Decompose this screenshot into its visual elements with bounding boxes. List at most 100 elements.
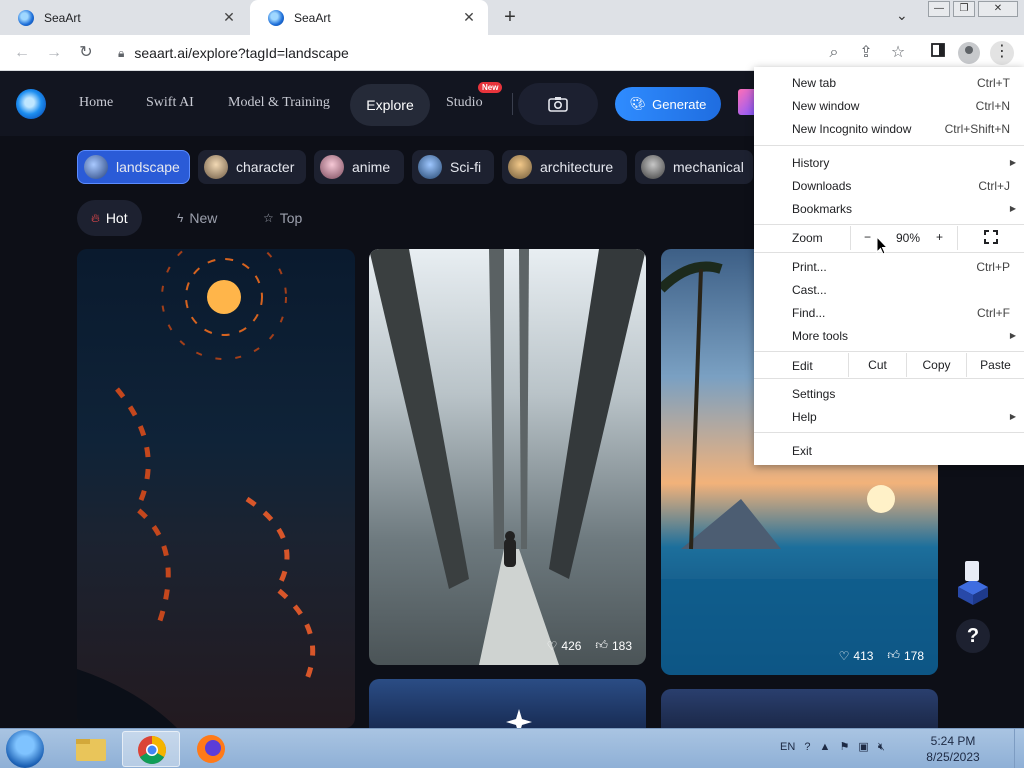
submenu-arrow-icon: ▶ [1009,331,1016,340]
tab-title: SeaArt [44,10,81,25]
menu-item-help[interactable]: Help ▶ [754,405,1024,428]
menu-item-new-tab[interactable]: New tab Ctrl+T [754,71,1024,94]
tab-search-chevron-icon[interactable]: ⌄ [896,7,908,24]
volume-muted-icon[interactable]: 🔇︎ [878,741,885,753]
thumbs-count[interactable]: 👍︎ 178 [887,648,924,663]
gallery-card[interactable]: ♡ 426 👍︎ 183 [369,249,646,665]
close-tab-icon[interactable]: ✕ [220,9,238,26]
menu-edit-row: Edit Cut Copy Paste [754,353,1024,377]
card-image-forest-path [369,249,646,665]
menu-item-history[interactable]: History ▶ [754,151,1024,174]
zoom-magnifier-icon[interactable]: ⌕ [822,41,846,65]
menu-item-cast[interactable]: Cast... [754,278,1024,301]
menu-item-bookmarks[interactable]: Bookmarks ▶ [754,197,1024,220]
nav-home[interactable]: Home [79,95,113,111]
seaart-logo-icon[interactable] [16,89,46,119]
copy-button[interactable]: Copy [906,353,966,377]
minimize-window-button[interactable]: — [928,1,950,17]
close-tab-icon[interactable]: ✕ [460,9,478,26]
file-explorer-taskbar-icon[interactable] [62,731,120,767]
anime-thumbnail [320,155,344,179]
sort-label: Hot [105,210,128,226]
menu-item-find[interactable]: Find... Ctrl+F [754,301,1024,324]
card-stats: ♡ 413 👍︎ 178 [839,648,924,663]
browser-tab-active[interactable]: SeaArt ✕ [250,0,488,35]
tag-label: anime [352,159,391,175]
sort-new[interactable]: ϟ New [177,200,217,236]
close-window-button[interactable]: ✕ [978,1,1018,17]
side-panel-icon[interactable] [926,41,950,65]
likes-count[interactable]: ♡ 413 [839,648,874,663]
forward-arrow-icon[interactable]: → [42,41,66,65]
landscape-thumbnail [84,155,108,179]
likes-count[interactable]: ♡ 426 [547,638,582,653]
new-tab-button[interactable]: + [498,4,522,30]
menu-item-print[interactable]: Print... Ctrl+P [754,255,1024,278]
camera-search-button[interactable] [518,83,598,125]
paste-button[interactable]: Paste [966,353,1024,377]
mouse-cursor-icon [876,236,888,255]
url-text[interactable]: seaart.ai/explore?tagId=landscape [134,45,348,61]
nav-model-training[interactable]: Model & Training [228,95,330,111]
show-hidden-icons-icon[interactable]: ▲ [820,741,831,753]
bolt-icon: ϟ [177,211,184,225]
help-question-icon[interactable]: ? [956,619,990,653]
sort-top[interactable]: ☆ Top [263,200,302,236]
menu-item-more-tools[interactable]: More tools ▶ [754,324,1024,347]
character-thumbnail [204,155,228,179]
submenu-arrow-icon: ▶ [1009,412,1016,421]
gift-icon[interactable] [738,89,754,115]
restore-window-button[interactable]: ❐ [953,1,975,17]
network-icon[interactable]: ▣ [858,741,868,753]
action-center-flag-icon[interactable]: ⚑ [839,741,849,753]
firefox-taskbar-icon[interactable] [182,731,240,767]
tag-landscape[interactable]: landscape [77,150,190,184]
card-image-starry-sky [506,709,532,728]
menu-item-exit[interactable]: Exit [754,439,1024,462]
share-icon[interactable]: ⇪ [854,41,878,65]
app-download-icon[interactable] [952,557,994,609]
tag-sci-fi[interactable]: Sci-fi [412,150,494,184]
zoom-in-button[interactable]: + [936,230,943,244]
generate-label: Generate [652,96,707,112]
thumbs-count[interactable]: 👍︎ 183 [595,638,632,653]
browser-tab[interactable]: SeaArt ✕ [0,0,248,35]
chrome-menu-kebab-icon[interactable]: ⋮ [990,41,1014,65]
gallery-card[interactable] [77,249,355,728]
lock-icon[interactable]: 🔒︎ [118,46,124,61]
menu-item-new-window[interactable]: New window Ctrl+N [754,94,1024,117]
tag-character[interactable]: character [198,150,306,184]
nav-explore[interactable]: Explore [350,84,430,126]
show-desktop-button[interactable] [1014,729,1024,768]
sort-hot[interactable]: 🔥︎ Hot [77,200,142,236]
help-tray-icon[interactable]: ? [804,741,810,753]
fullscreen-icon[interactable] [984,230,998,244]
gallery-card[interactable] [369,679,646,728]
zoom-out-button[interactable]: − [864,230,871,244]
heart-icon: ♡ [546,638,558,653]
tag-anime[interactable]: anime [314,150,404,184]
windows-start-icon[interactable] [6,730,44,768]
taskbar-clock[interactable]: 5:24 PM 8/25/2023 [920,733,986,765]
menu-item-settings[interactable]: Settings [754,382,1024,405]
nav-studio[interactable]: Studio [446,95,483,111]
back-arrow-icon[interactable]: ← [10,41,34,65]
menu-separator [754,252,1024,253]
bookmark-star-icon[interactable]: ☆ [886,41,910,65]
reload-icon[interactable]: ↻ [74,41,98,65]
menu-item-new-incognito[interactable]: New Incognito window Ctrl+Shift+N [754,117,1024,140]
menu-item-downloads[interactable]: Downloads Ctrl+J [754,174,1024,197]
generate-button[interactable]: 🎨︎ Generate [615,87,721,121]
address-bar[interactable]: 🔒︎ seaart.ai/explore?tagId=landscape [108,39,828,67]
cut-button[interactable]: Cut [848,353,906,377]
clock-time: 5:24 PM [930,734,976,748]
card-image-night-moon [77,249,316,728]
profile-avatar-icon[interactable] [958,42,980,64]
menu-separator [754,145,1024,146]
language-indicator[interactable]: EN [780,741,795,753]
nav-swift-ai[interactable]: Swift AI [146,95,194,111]
chrome-taskbar-icon[interactable] [122,731,180,767]
tag-mechanical[interactable]: mechanical [635,150,753,184]
tag-architecture[interactable]: architecture [502,150,627,184]
gallery-card[interactable] [661,689,938,728]
